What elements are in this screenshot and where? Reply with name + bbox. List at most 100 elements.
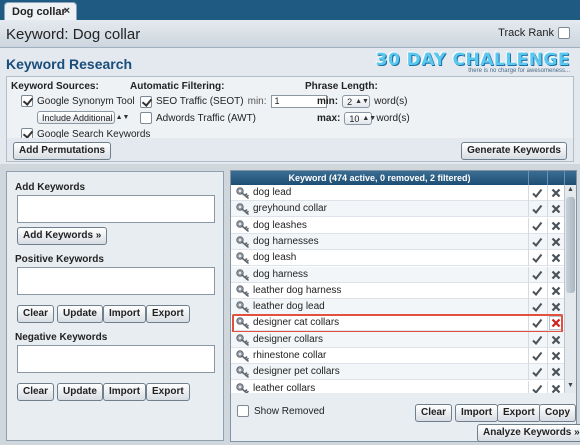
remove-x-icon[interactable]: [549, 186, 563, 200]
phrase-max-select[interactable]: 10 ▲▼: [344, 112, 376, 125]
tab-dog-collar[interactable]: Dog collar ×: [4, 2, 77, 20]
table-row[interactable]: leather dog harness: [231, 282, 564, 299]
remove-x-icon[interactable]: [549, 219, 563, 233]
positive-keywords-textarea[interactable]: [17, 267, 215, 295]
table-row[interactable]: leather collars: [231, 380, 564, 393]
phrase-min-value: 2: [347, 96, 353, 107]
scrollbar-thumb[interactable]: [566, 197, 575, 293]
table-import-button[interactable]: Import: [455, 404, 499, 422]
include-additional-value: Include Additional: [42, 112, 113, 123]
key-icon: [236, 285, 249, 297]
keep-check-icon[interactable]: [530, 202, 544, 216]
negative-keywords-textarea[interactable]: [17, 345, 215, 373]
remove-x-icon[interactable]: [549, 365, 563, 379]
add-keywords-button[interactable]: Add Keywords »: [17, 227, 108, 245]
phrase-length-group: Phrase Length: min: 2 ▲▼ word(s) max: 10…: [305, 81, 410, 129]
remove-x-icon[interactable]: [549, 284, 563, 298]
keep-check-icon[interactable]: [530, 219, 544, 233]
table-export-button[interactable]: Export: [497, 404, 541, 422]
positive-import-button[interactable]: Import: [103, 305, 147, 323]
keep-check-icon[interactable]: [530, 349, 544, 363]
keep-check-icon[interactable]: [530, 365, 544, 379]
keep-check-icon[interactable]: [530, 186, 544, 200]
include-additional-select[interactable]: Include Additional ▲▼: [37, 111, 129, 124]
selected-row-highlight: [232, 313, 563, 333]
negative-import-button[interactable]: Import: [103, 383, 147, 401]
seo-traffic-checkbox[interactable]: [140, 95, 152, 108]
scroll-down-icon[interactable]: ▼: [565, 382, 576, 392]
show-removed-toggle[interactable]: Show Removed: [237, 405, 325, 417]
table-clear-button[interactable]: Clear: [415, 404, 453, 422]
banner-title: 30 DAY CHALLENGE: [375, 50, 570, 70]
automatic-filtering-group: Automatic Filtering: SEO Traffic (SEOT) …: [130, 81, 327, 128]
keyword-list-scrollbar[interactable]: ▲ ▼: [564, 185, 576, 393]
keyword-text: dog leash: [253, 252, 297, 264]
phrase-min-select[interactable]: 2 ▲▼: [342, 95, 371, 108]
generate-keywords-button[interactable]: Generate Keywords: [461, 142, 567, 160]
adwords-traffic-checkbox[interactable]: [140, 112, 152, 124]
keyword-list: dog lead greyhound collar dog leashes dog h…: [231, 185, 564, 393]
keep-check-icon[interactable]: [530, 382, 544, 393]
table-row[interactable]: dog leash: [231, 250, 564, 267]
table-row[interactable]: dog leashes: [231, 217, 564, 234]
google-synonym-checkbox[interactable]: [21, 95, 33, 107]
keyword-text: leather dog harness: [253, 284, 342, 296]
track-rank-toggle[interactable]: Track Rank: [498, 27, 570, 39]
keyword-header: Keyword: Dog collar Track Rank: [0, 20, 580, 48]
remove-x-icon[interactable]: [549, 268, 563, 282]
keyword-input-panel: Add Keywords Add Keywords » Positive Key…: [6, 171, 224, 441]
google-synonym-label: Google Synonym Tool: [37, 95, 135, 107]
table-row[interactable]: dog lead: [231, 185, 564, 201]
close-icon[interactable]: ×: [64, 5, 70, 17]
keyword-text: rhinestone collar: [253, 350, 327, 361]
table-row[interactable]: greyhound collar: [231, 201, 564, 218]
remove-x-icon[interactable]: [549, 202, 563, 216]
negative-clear-button[interactable]: Clear: [17, 383, 55, 401]
table-row[interactable]: dog harness: [231, 266, 564, 283]
scroll-up-icon[interactable]: ▲: [565, 186, 576, 196]
keep-check-icon[interactable]: [530, 284, 544, 298]
add-keywords-label: Add Keywords: [15, 182, 86, 193]
table-footer: Show Removed Clear Import Export Copy An…: [231, 397, 580, 442]
key-icon: [236, 301, 249, 313]
remove-x-icon[interactable]: [549, 300, 563, 314]
negative-export-button[interactable]: Export: [146, 383, 190, 401]
add-permutations-button[interactable]: Add Permutations: [13, 142, 112, 160]
table-row[interactable]: rhinestone collar: [231, 348, 564, 364]
positive-export-button[interactable]: Export: [146, 305, 190, 323]
track-rank-checkbox[interactable]: [558, 27, 570, 39]
remove-x-icon[interactable]: [549, 333, 563, 347]
automatic-filtering-label: Automatic Filtering:: [130, 81, 225, 92]
positive-clear-button[interactable]: Clear: [17, 305, 55, 323]
key-icon: [236, 350, 249, 362]
remove-x-icon[interactable]: [549, 382, 563, 393]
keyword-text: dog leashes: [253, 219, 307, 231]
keyword-column-header[interactable]: Keyword (474 active, 0 removed, 2 filter…: [231, 171, 528, 185]
table-header: Keyword (474 active, 0 removed, 2 filter…: [231, 171, 576, 185]
keyword-text: designer collars: [253, 333, 324, 345]
positive-update-button[interactable]: Update: [57, 305, 103, 323]
keep-check-icon[interactable]: [530, 333, 544, 347]
add-keywords-textarea[interactable]: [17, 195, 215, 223]
analyze-keywords-button[interactable]: Analyze Keywords »: [477, 424, 580, 442]
keep-check-icon[interactable]: [530, 235, 544, 249]
table-row[interactable]: designer pet collars: [231, 364, 564, 381]
table-copy-button[interactable]: Copy: [539, 404, 576, 422]
remove-x-icon[interactable]: [549, 235, 563, 249]
keyword-text: greyhound collar: [253, 203, 327, 215]
remove-x-icon[interactable]: [549, 251, 563, 265]
table-row[interactable]: dog harnesses: [231, 233, 564, 250]
keyword-text: dog lead: [253, 187, 292, 198]
keyword-table-panel: Keyword (474 active, 0 removed, 2 filter…: [230, 170, 580, 442]
phrase-length-label: Phrase Length:: [305, 81, 378, 92]
keep-check-icon[interactable]: [530, 300, 544, 314]
remove-x-icon[interactable]: [549, 349, 563, 363]
show-removed-checkbox[interactable]: [237, 405, 249, 417]
table-row[interactable]: designer collars: [231, 331, 564, 348]
chevron-updown-icon: ▲▼: [355, 98, 369, 105]
negative-update-button[interactable]: Update: [57, 383, 103, 401]
phrase-max-unit: word(s): [376, 113, 410, 124]
table-row[interactable]: leather dog lead: [231, 299, 564, 316]
keep-check-icon[interactable]: [530, 251, 544, 265]
keep-check-icon[interactable]: [530, 268, 544, 282]
